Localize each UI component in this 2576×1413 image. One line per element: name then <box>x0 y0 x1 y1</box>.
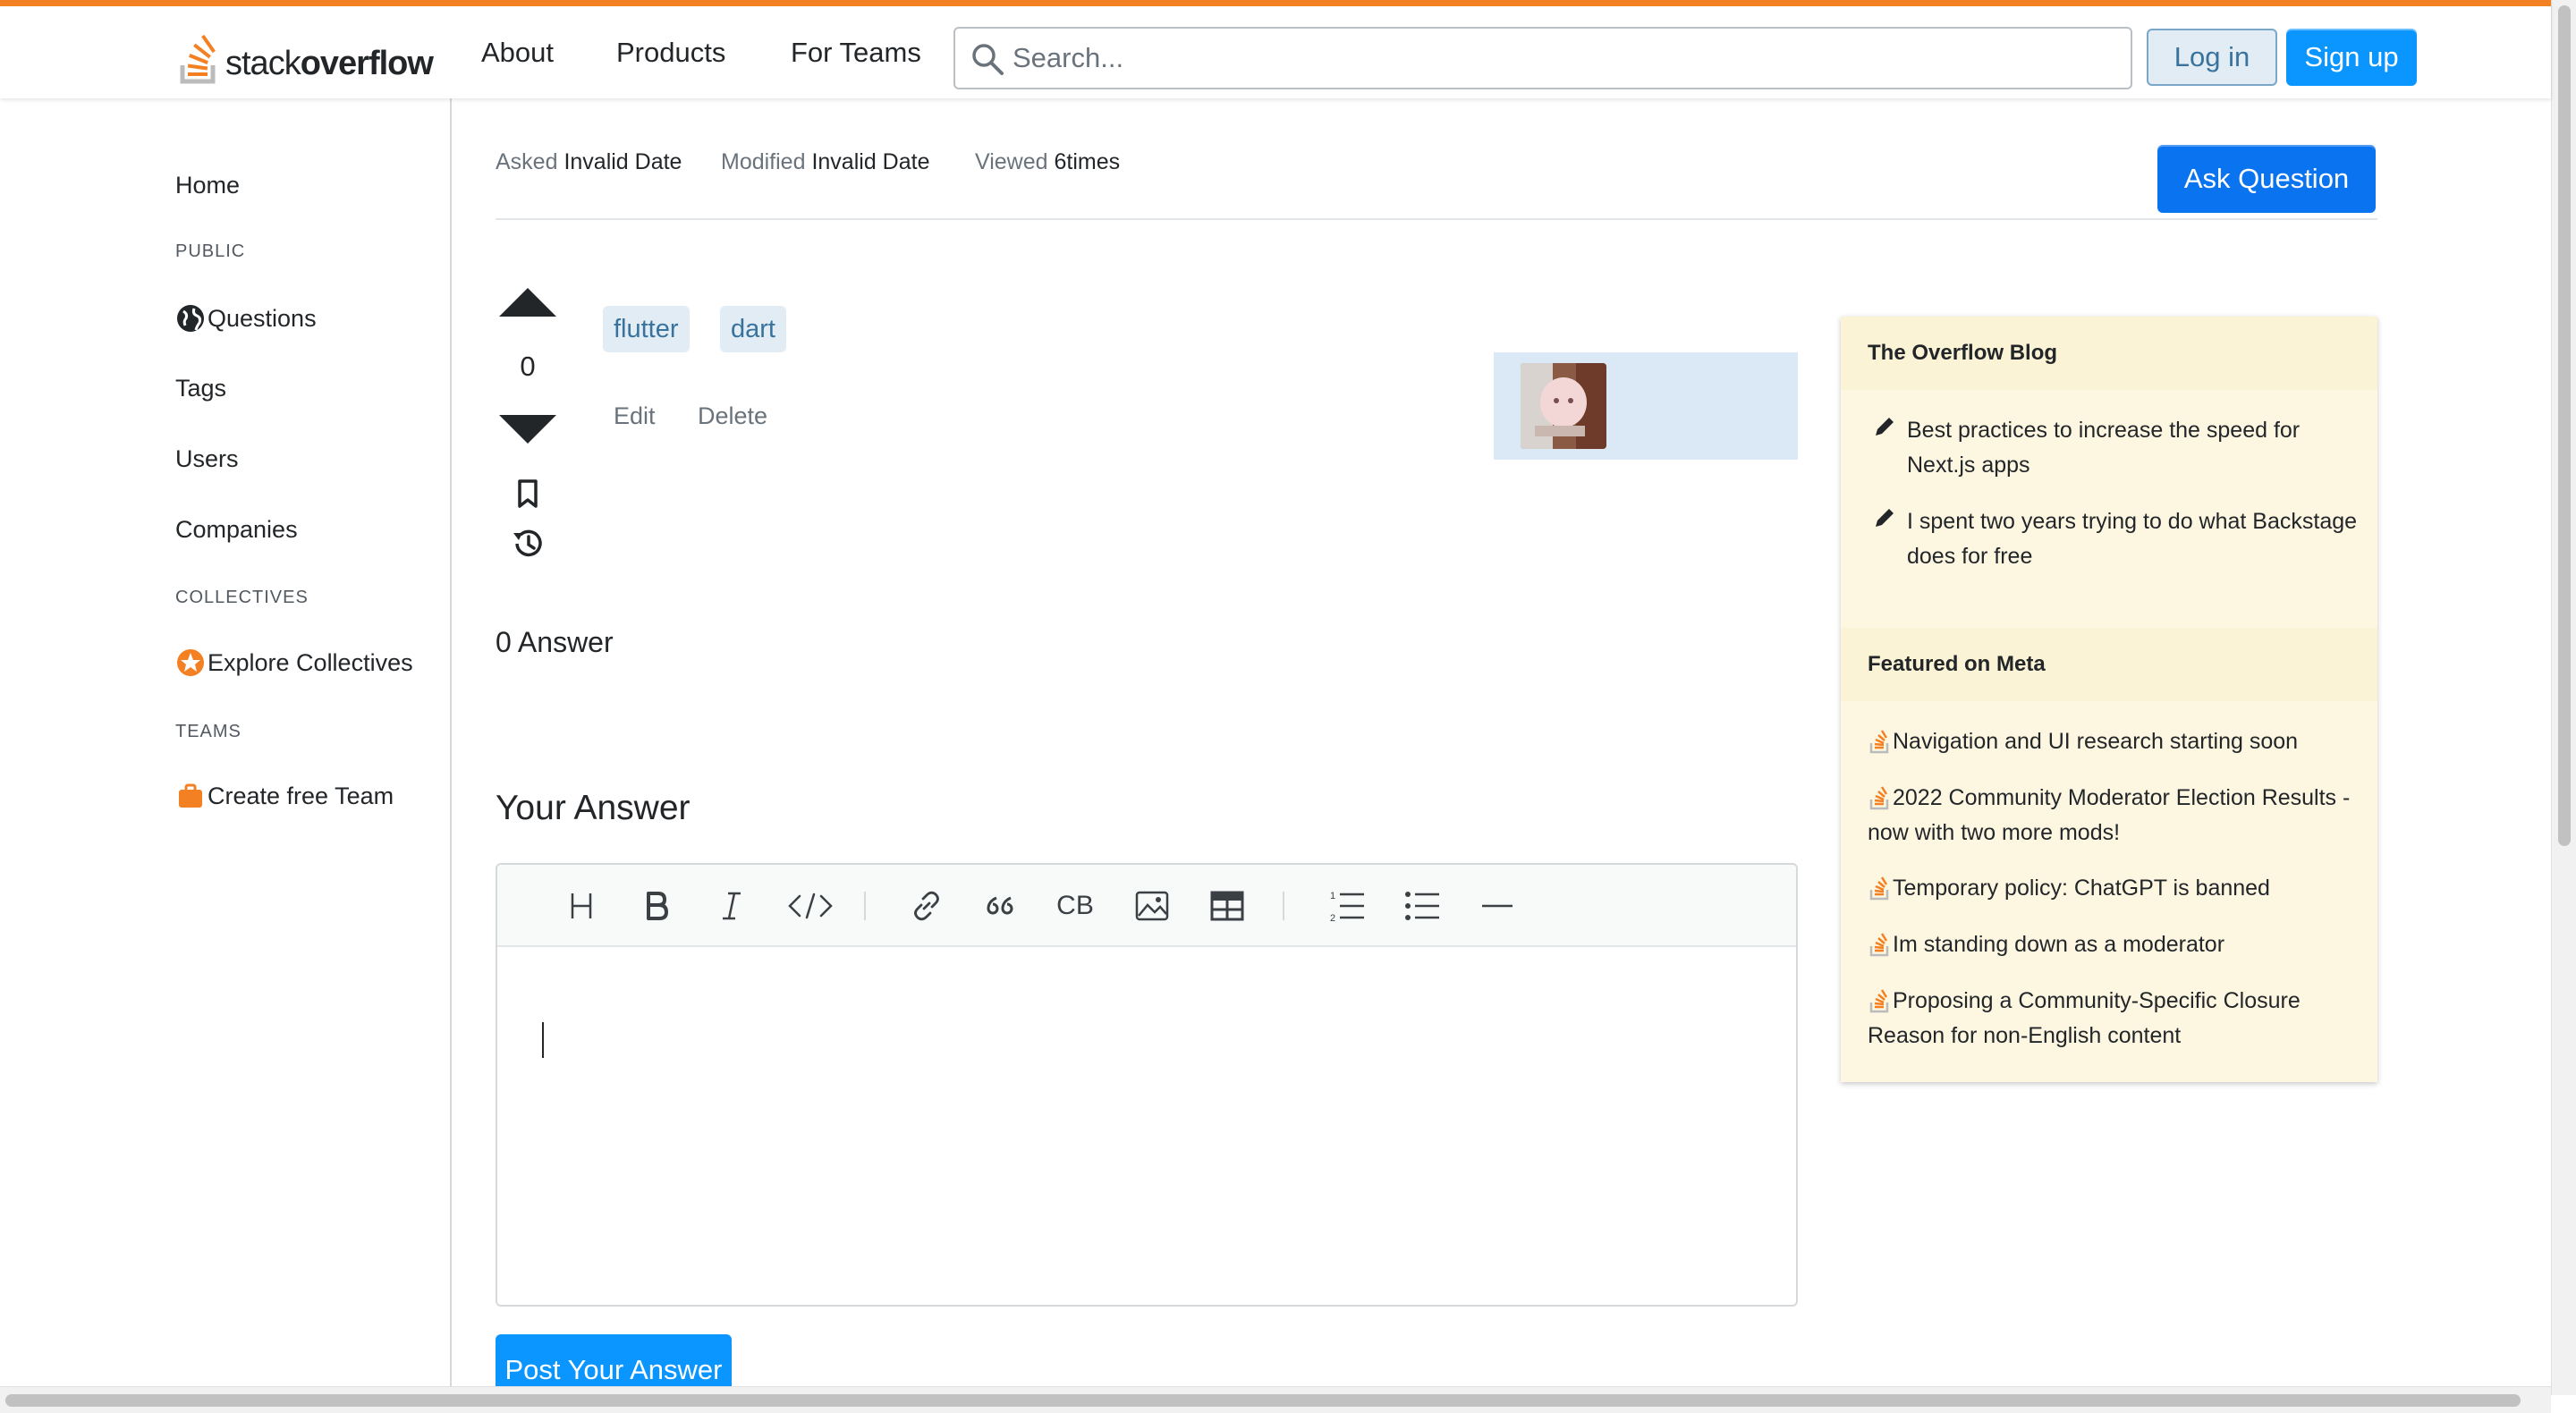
divider <box>496 218 2377 220</box>
answer-editor[interactable]: CB 12 <box>496 863 1798 1307</box>
sidebar-heading-teams: TEAMS <box>175 722 242 741</box>
briefcase-icon <box>179 783 202 808</box>
blog-item-label: Best practices to increase the speed for… <box>1907 418 2301 478</box>
meta-item[interactable]: Im standing down as a moderator <box>1868 927 2360 962</box>
blog-item[interactable]: I spent two years trying to do what Back… <box>1868 504 2360 574</box>
meta-item-label: Im standing down as a moderator <box>1893 932 2225 957</box>
sidebar-item-label: Create free Team <box>208 782 394 809</box>
stackoverflow-icon <box>1869 730 1889 754</box>
sidebar-item-label: Home <box>175 172 241 199</box>
code-icon[interactable] <box>784 884 837 927</box>
code-block-icon[interactable]: CB <box>1052 884 1098 927</box>
svg-text:2: 2 <box>1330 913 1335 923</box>
globe-icon <box>177 305 204 332</box>
sidebar-heading-public: PUBLIC <box>175 241 246 261</box>
blog-item[interactable]: Best practices to increase the speed for… <box>1868 413 2360 483</box>
stackoverflow-icon <box>1869 933 1889 957</box>
sidebar-item-home[interactable]: Home <box>175 172 240 199</box>
top-bar: stackoverflow About Products For Teams L… <box>0 0 2551 98</box>
sidebar-item-create-team[interactable]: Create free Team <box>175 781 394 811</box>
search-box[interactable] <box>953 27 2132 89</box>
heading-icon[interactable] <box>560 884 603 927</box>
horizontal-scroll-thumb[interactable] <box>5 1394 2521 1407</box>
meta-item[interactable]: Temporary policy: ChatGPT is banned <box>1868 871 2360 906</box>
nav-for-teams[interactable]: For Teams <box>791 37 921 69</box>
pencil-icon <box>1876 418 1894 436</box>
meta-item[interactable]: 2022 Community Moderator Election Result… <box>1868 781 2360 850</box>
sidebar-item-label: Companies <box>175 516 298 543</box>
sidebar-item-companies[interactable]: Companies <box>175 516 298 544</box>
vote-count: 0 <box>520 351 536 382</box>
meta-heading: Featured on Meta <box>1841 628 2377 701</box>
toolbar-separator <box>864 892 866 920</box>
sidebar-item-tags[interactable]: Tags <box>175 375 226 402</box>
nav-products[interactable]: Products <box>616 37 725 69</box>
login-button[interactable]: Log in <box>2147 29 2277 86</box>
meta-item[interactable]: Navigation and UI research starting soon <box>1868 724 2360 759</box>
asked-date: Asked Invalid Date <box>496 149 682 174</box>
stackoverflow-icon <box>1869 989 1889 1013</box>
ask-question-button[interactable]: Ask Question <box>2157 145 2376 213</box>
stackoverflow-icon <box>1869 786 1889 810</box>
answers-count: 0 Answer <box>496 626 614 658</box>
unordered-list-icon[interactable] <box>1401 884 1444 927</box>
collectives-icon <box>177 649 204 676</box>
horizontal-rule-icon[interactable] <box>1476 884 1519 927</box>
tag-flutter[interactable]: flutter <box>603 306 690 352</box>
meta-item-label: Temporary policy: ChatGPT is banned <box>1893 876 2270 901</box>
meta-item[interactable]: Proposing a Community-Specific Closure R… <box>1868 984 2360 1053</box>
bookmark-icon[interactable] <box>512 478 544 510</box>
signup-button[interactable]: Sign up <box>2286 29 2417 86</box>
vertical-scrollbar[interactable] <box>2551 0 2576 1395</box>
stackoverflow-logo-icon <box>180 35 216 84</box>
meta-item-label: Navigation and UI research starting soon <box>1893 729 2299 754</box>
svg-text:1: 1 <box>1330 891 1335 901</box>
toolbar-separator <box>1283 892 1284 920</box>
blog-item-label: I spent two years trying to do what Back… <box>1907 509 2358 569</box>
sidebar-item-explore-collectives[interactable]: Explore Collectives <box>175 647 413 678</box>
editor-toolbar: CB 12 <box>497 865 1796 947</box>
avatar-image <box>1521 363 1606 449</box>
quote-icon[interactable] <box>979 884 1021 927</box>
pencil-icon <box>1876 509 1894 527</box>
sidebar-item-questions[interactable]: Questions <box>175 303 317 334</box>
text-cursor <box>542 1022 544 1058</box>
sidebar-item-label: Questions <box>208 304 317 332</box>
delete-link[interactable]: Delete <box>698 402 767 430</box>
search-icon <box>972 44 1004 75</box>
modified-date: Modified Invalid Date <box>721 149 930 174</box>
tag-dart[interactable]: dart <box>720 306 786 352</box>
upvote-icon[interactable] <box>497 286 558 318</box>
sidebar-item-label: Tags <box>175 375 227 402</box>
sidebar-heading-collectives: COLLECTIVES <box>175 588 309 607</box>
sidebar-item-label: Users <box>175 445 239 472</box>
left-sidebar: Home PUBLIC Questions Tags Users Compani… <box>0 98 452 1386</box>
ordered-list-icon[interactable]: 12 <box>1326 884 1368 927</box>
downvote-icon[interactable] <box>497 413 558 445</box>
stackoverflow-logo[interactable]: stackoverflow <box>177 31 434 85</box>
owner-card <box>1494 352 1798 460</box>
history-icon[interactable] <box>510 526 546 562</box>
horizontal-scrollbar[interactable] <box>0 1386 2551 1413</box>
nav-about[interactable]: About <box>481 37 554 69</box>
your-answer-heading: Your Answer <box>496 789 691 827</box>
logo-text: stackoverflow <box>225 45 434 82</box>
blog-heading: The Overflow Blog <box>1841 317 2377 390</box>
meta-item-label: Proposing a Community-Specific Closure R… <box>1868 988 2301 1048</box>
link-icon[interactable] <box>905 884 948 927</box>
edit-link[interactable]: Edit <box>614 402 656 430</box>
stackoverflow-icon <box>1869 876 1889 901</box>
sidebar-item-label: Explore Collectives <box>208 648 413 676</box>
vertical-scroll-thumb[interactable] <box>2558 5 2571 846</box>
view-count: Viewed 6times <box>975 149 1121 174</box>
bold-icon[interactable] <box>635 884 678 927</box>
italic-icon[interactable] <box>710 884 753 927</box>
table-icon[interactable] <box>1206 884 1249 927</box>
avatar[interactable] <box>1521 363 1606 449</box>
search-input[interactable] <box>1013 38 2104 79</box>
meta-item-label: 2022 Community Moderator Election Result… <box>1868 785 2351 845</box>
sidebar-item-users[interactable]: Users <box>175 445 239 473</box>
sidebar-widget: The Overflow Blog Best practices to incr… <box>1841 317 2377 1082</box>
image-icon[interactable] <box>1131 884 1174 927</box>
